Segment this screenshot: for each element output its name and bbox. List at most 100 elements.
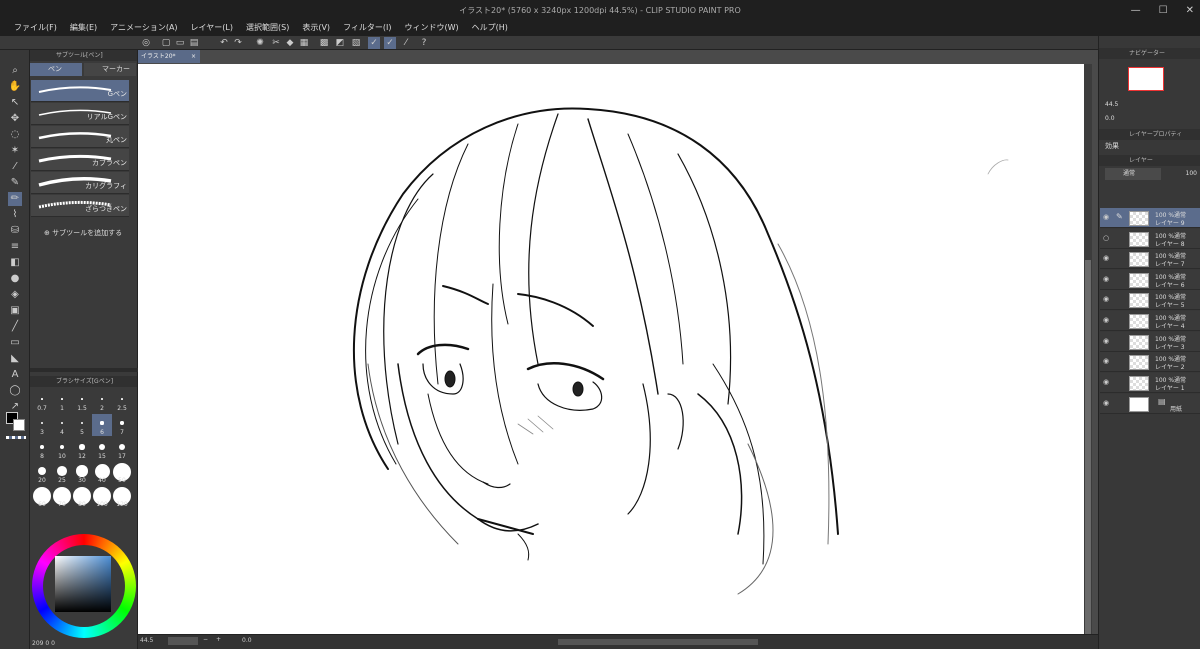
brush-size-cell[interactable]: 50 (112, 462, 132, 484)
menu-animation[interactable]: アニメーション(A) (110, 22, 177, 33)
brush-size-cell[interactable]: 12 (72, 438, 92, 460)
blend-mode-select[interactable]: 通常 (1105, 168, 1161, 180)
layer-row[interactable]: ◉ ✎ 100 %通常 レイヤー 9 (1100, 208, 1200, 228)
airbrush-icon[interactable]: ⛁ (8, 224, 22, 238)
close-button[interactable]: ✕ (1186, 5, 1194, 16)
visibility-eye-icon[interactable]: ◉ (1103, 275, 1112, 284)
brush-size-cell[interactable]: 3 (32, 414, 52, 436)
menu-view[interactable]: 表示(V) (302, 22, 330, 33)
gradient-icon[interactable]: ▣ (8, 304, 22, 318)
operation-tool-icon[interactable]: ↖ (8, 96, 22, 110)
brush-size-cell[interactable]: 2 (92, 390, 112, 412)
menu-file[interactable]: ファイル(F) (14, 22, 57, 33)
zoom-readout[interactable]: 44.5 (140, 637, 153, 644)
menu-layer[interactable]: レイヤー(L) (191, 22, 233, 33)
brush-size-cell[interactable]: 6 (92, 414, 112, 436)
move-tool-icon[interactable]: ✥ (8, 112, 22, 126)
help-icon[interactable]: ? (418, 37, 430, 49)
menu-edit[interactable]: 編集(E) (70, 22, 97, 33)
open-folder-icon[interactable]: ▭ (174, 37, 186, 49)
fill-bucket-icon[interactable]: ◈ (8, 288, 22, 302)
nav-rotate-readout[interactable]: 0.0 (1105, 115, 1115, 122)
zoom-in-icon[interactable]: + (216, 636, 221, 643)
add-subtool-button[interactable]: ⊕ サブツールを追加する (44, 228, 122, 238)
menu-selection[interactable]: 選択範囲(S) (246, 22, 289, 33)
drawing-canvas[interactable] (138, 64, 1084, 634)
sub-color-swatch[interactable] (13, 419, 25, 431)
visibility-eye-icon[interactable]: ◉ (1103, 316, 1112, 325)
cut-icon[interactable]: ✂ (270, 37, 282, 49)
deselect-icon[interactable]: ▩ (318, 37, 330, 49)
stabilize-2-icon[interactable]: ✓ (384, 37, 396, 49)
minimize-button[interactable]: — (1131, 5, 1141, 16)
layer-row[interactable]: ◉ 100 %通常 レイヤー 3 (1100, 331, 1200, 352)
visibility-eye-icon[interactable]: ◉ (1103, 399, 1112, 408)
saturation-value-square[interactable] (55, 556, 111, 612)
brush-size-cell[interactable]: 0.7 (32, 390, 52, 412)
hand-tool-icon[interactable]: ✋ (8, 80, 22, 94)
brush-size-cell[interactable]: 17 (112, 438, 132, 460)
close-tab-icon[interactable]: × (191, 50, 196, 63)
menu-help[interactable]: ヘルプ(H) (472, 22, 508, 33)
layer-row[interactable]: ◉ 100 %通常 レイヤー 1 (1100, 372, 1200, 393)
figure-icon[interactable]: ╱ (8, 320, 22, 334)
layer-paper[interactable]: ◉ ▤ 用紙 (1100, 394, 1200, 414)
pen-tool-icon[interactable]: ✎ (8, 176, 22, 190)
clear-icon[interactable]: ✺ (254, 37, 266, 49)
crop-icon[interactable]: ▧ (350, 37, 362, 49)
nav-zoom-readout[interactable]: 44.5 (1105, 101, 1118, 108)
pencil-tool-icon[interactable]: ✏ (8, 192, 22, 206)
visibility-eye-icon[interactable]: ◉ (1103, 254, 1112, 263)
brush-size-cell[interactable]: 2.5 (112, 390, 132, 412)
brush-kabura-pen[interactable]: カブラペン (31, 149, 129, 171)
brush-size-cell[interactable]: 4 (52, 414, 72, 436)
brush-g-pen[interactable]: Gペン (31, 80, 129, 102)
document-tab[interactable]: イラスト20* × (138, 50, 200, 63)
brush-calligraphy[interactable]: カリグラフィ (31, 172, 129, 194)
visibility-eye-icon[interactable]: ○ (1103, 234, 1112, 243)
tab-pen[interactable]: ペン (30, 63, 82, 76)
vertical-scroll-thumb[interactable] (1085, 260, 1091, 640)
eraser-icon[interactable]: ◧ (8, 256, 22, 270)
stabilize-1-icon[interactable]: ✓ (368, 37, 380, 49)
zoom-out-icon[interactable]: − (203, 636, 208, 643)
lasso-tool-icon[interactable]: ◌ (8, 128, 22, 142)
magic-wand-icon[interactable]: ✶ (8, 144, 22, 158)
opacity-field[interactable]: 100 (1161, 168, 1197, 180)
zoom-tool-icon[interactable]: ⌕ (8, 64, 22, 78)
brush-size-cell[interactable]: 8 (32, 438, 52, 460)
fill-icon[interactable]: ◆ (284, 37, 296, 49)
clip-studio-icon[interactable]: ◎ (140, 37, 152, 49)
brush-size-cell[interactable]: 7 (112, 414, 132, 436)
brush-size-cell[interactable]: 5 (72, 414, 92, 436)
angle-readout[interactable]: 0.0 (242, 637, 252, 644)
brush-size-cell[interactable]: 1.5 (72, 390, 92, 412)
visibility-eye-icon[interactable]: ◉ (1103, 337, 1112, 346)
frame-icon[interactable]: ▭ (8, 336, 22, 350)
invert-selection-icon[interactable]: ◩ (334, 37, 346, 49)
menu-window[interactable]: ウィンドウ(W) (405, 22, 459, 33)
brush-size-cell[interactable]: 30 (72, 462, 92, 484)
brush-size-cell[interactable]: 10 (52, 438, 72, 460)
brush-size-cell[interactable]: 15 (92, 438, 112, 460)
menu-filter[interactable]: フィルター(I) (343, 22, 391, 33)
layer-row[interactable]: ◉ 100 %通常 レイヤー 4 (1100, 311, 1200, 331)
ruler-icon[interactable]: ◣ (8, 352, 22, 366)
brush-size-cell[interactable]: 70 (52, 486, 72, 508)
brush-size-cell[interactable]: 80 (72, 486, 92, 508)
brush-size-cell[interactable]: 120 (112, 486, 132, 508)
brush-size-cell[interactable]: 20 (32, 462, 52, 484)
zoom-slider[interactable] (168, 637, 198, 645)
brush-rough-pen[interactable]: ざらつきペン (31, 195, 129, 217)
save-icon[interactable]: ▤ (188, 37, 200, 49)
layer-row[interactable]: ○ 100 %通常 レイヤー 8 (1100, 228, 1200, 249)
navigator-thumbnail[interactable] (1128, 67, 1164, 91)
visibility-eye-icon[interactable]: ◉ (1103, 357, 1112, 366)
balloon-icon[interactable]: ◯ (8, 384, 22, 398)
brush-size-cell[interactable]: 100 (92, 486, 112, 508)
stabilize-3-icon[interactable]: ⁄ (400, 37, 412, 49)
visibility-eye-icon[interactable]: ◉ (1103, 378, 1112, 387)
brush-round-pen[interactable]: 丸ペン (31, 126, 129, 148)
undo-icon[interactable]: ↶ (218, 37, 230, 49)
text-tool-icon[interactable]: A (8, 368, 22, 382)
